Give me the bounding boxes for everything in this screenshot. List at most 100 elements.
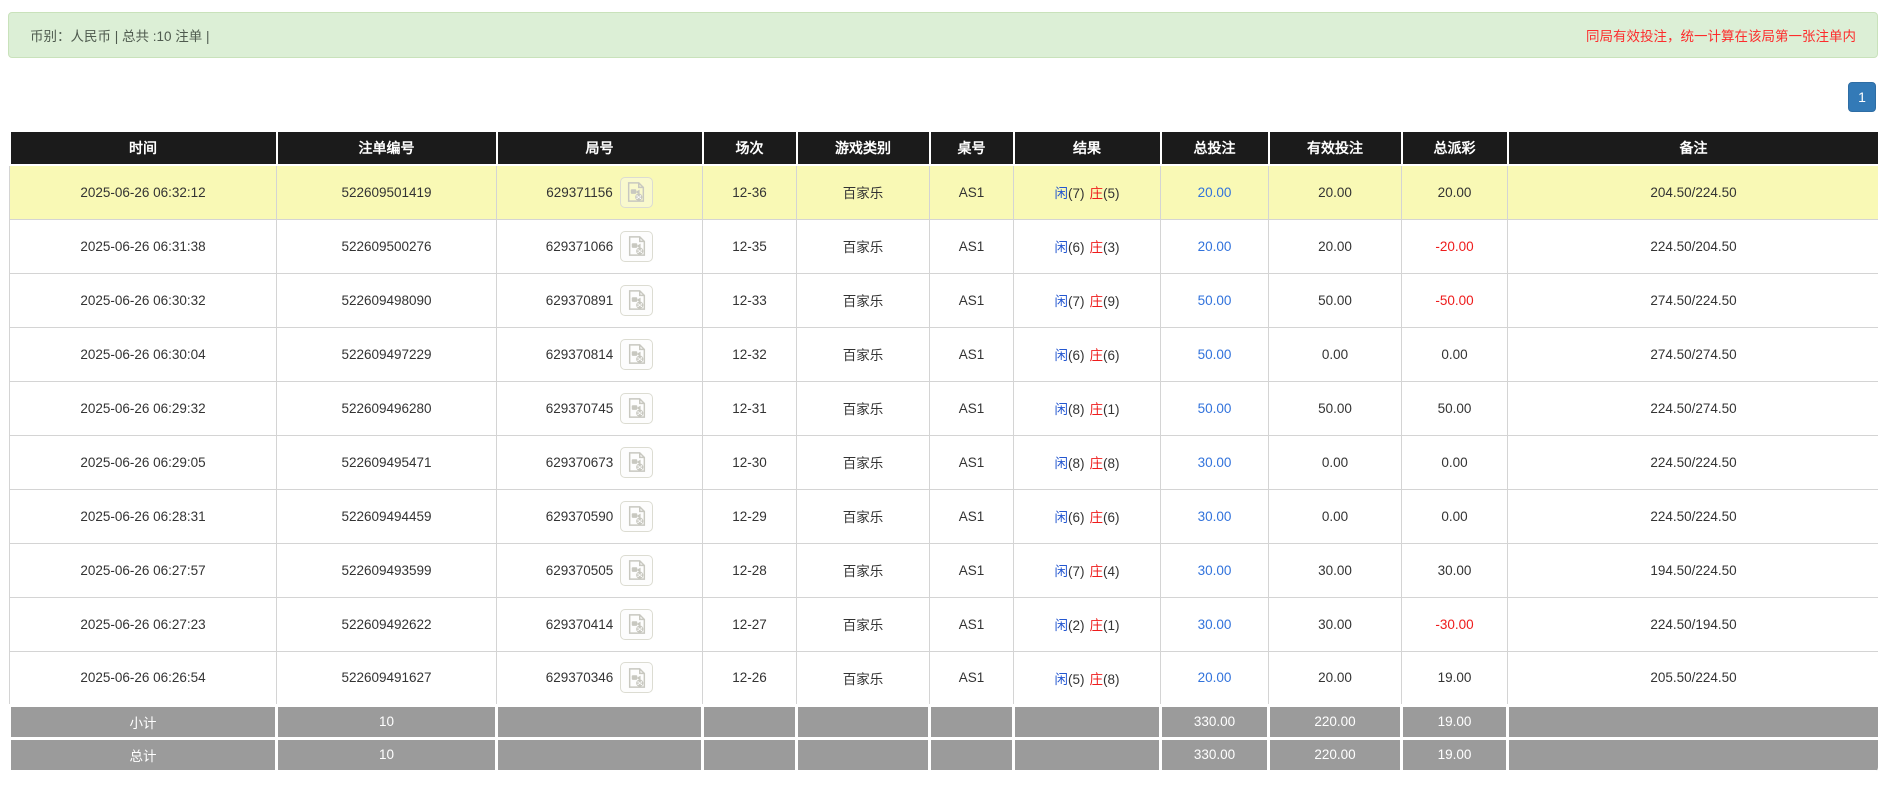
valid-bet-cell: 30.00 [1269, 597, 1402, 651]
result-player-score: (6) [1068, 510, 1085, 525]
pagination-page-1-button[interactable]: 1 [1848, 82, 1876, 112]
total-bet-link[interactable]: 50.00 [1198, 401, 1232, 416]
video-replay-button[interactable] [620, 555, 653, 586]
total-bet-link[interactable]: 30.00 [1198, 509, 1232, 524]
result-banker-label: 庄 [1090, 564, 1104, 579]
video-replay-icon [626, 343, 648, 365]
result-player-label: 闲 [1055, 294, 1069, 309]
result-banker-label: 庄 [1090, 186, 1104, 201]
total-bet-link[interactable]: 20.00 [1198, 185, 1232, 200]
result-player-score: (5) [1068, 672, 1085, 687]
payout-cell: 50.00 [1402, 381, 1508, 435]
video-replay-icon [626, 289, 648, 311]
footer-empty-cell [703, 738, 797, 771]
table-no-cell: AS1 [930, 381, 1014, 435]
total-bet-link[interactable]: 20.00 [1198, 670, 1232, 685]
video-replay-icon [625, 181, 647, 203]
video-replay-button[interactable] [620, 662, 653, 693]
result-banker-label: 庄 [1090, 348, 1104, 363]
total-bet-cell: 20.00 [1161, 165, 1269, 219]
total-payout: 19.00 [1402, 738, 1508, 771]
table-no-cell: AS1 [930, 219, 1014, 273]
header-session: 场次 [703, 131, 797, 165]
result-player-label: 闲 [1055, 510, 1069, 525]
total-bet-link[interactable]: 30.00 [1198, 617, 1232, 632]
session-cell: 12-35 [703, 219, 797, 273]
round-id-text: 629370814 [546, 347, 614, 362]
result-player-score: (6) [1068, 240, 1085, 255]
bet-id-cell: 522609493599 [277, 543, 497, 597]
table-header: 时间 注单编号 局号 场次 游戏类别 桌号 结果 总投注 有效投注 总派彩 备注 [10, 131, 1879, 165]
game-type-cell: 百家乐 [797, 381, 930, 435]
valid-bet-cell: 50.00 [1269, 381, 1402, 435]
time-cell: 2025-06-26 06:28:31 [10, 489, 277, 543]
result-cell: 闲(7)庄(9) [1014, 273, 1161, 327]
total-count: 10 [277, 738, 497, 771]
table-row: 2025-06-26 06:31:38 522609500276 6293710… [10, 219, 1879, 273]
video-replay-button[interactable] [620, 339, 653, 370]
payout-cell: 19.00 [1402, 651, 1508, 705]
remark-cell: 204.50/224.50 [1508, 165, 1879, 219]
result-banker-label: 庄 [1090, 456, 1104, 471]
total-bet-link[interactable]: 30.00 [1198, 563, 1232, 578]
table-row: 2025-06-26 06:30:32 522609498090 6293708… [10, 273, 1879, 327]
video-replay-button[interactable] [620, 609, 653, 640]
valid-bet-cell: 0.00 [1269, 489, 1402, 543]
total-bet-link[interactable]: 30.00 [1198, 455, 1232, 470]
total-row: 总计 10 330.00 220.00 19.00 [10, 738, 1879, 771]
result-player-score: (7) [1068, 294, 1085, 309]
result-cell: 闲(6)庄(3) [1014, 219, 1161, 273]
subtotal-payout: 19.00 [1402, 705, 1508, 738]
session-cell: 12-28 [703, 543, 797, 597]
result-player-label: 闲 [1055, 618, 1069, 633]
result-banker-score: (8) [1103, 672, 1120, 687]
table-no-cell: AS1 [930, 489, 1014, 543]
video-replay-button[interactable] [620, 393, 653, 424]
result-banker-score: (1) [1103, 618, 1120, 633]
round-id-text: 629370414 [546, 617, 614, 632]
header-bet-id: 注单编号 [277, 131, 497, 165]
result-player-label: 闲 [1055, 348, 1069, 363]
total-bet-link[interactable]: 50.00 [1198, 347, 1232, 362]
payout-cell: -30.00 [1402, 597, 1508, 651]
video-replay-button[interactable] [620, 447, 653, 478]
video-replay-icon [626, 559, 648, 581]
footer-empty-cell [930, 705, 1014, 738]
result-banker-score: (6) [1103, 510, 1120, 525]
total-bet-cell: 50.00 [1161, 273, 1269, 327]
result-player-label: 闲 [1055, 564, 1069, 579]
result-player-score: (7) [1068, 186, 1085, 201]
result-banker-score: (5) [1103, 186, 1120, 201]
result-cell: 闲(6)庄(6) [1014, 489, 1161, 543]
payout-cell: -50.00 [1402, 273, 1508, 327]
total-bet-link[interactable]: 50.00 [1198, 293, 1232, 308]
table-body: 2025-06-26 06:32:12 522609501419 6293711… [10, 165, 1879, 705]
session-cell: 12-32 [703, 327, 797, 381]
time-cell: 2025-06-26 06:30:04 [10, 327, 277, 381]
video-replay-icon [626, 613, 648, 635]
video-replay-button[interactable] [620, 231, 653, 262]
game-type-cell: 百家乐 [797, 597, 930, 651]
time-cell: 2025-06-26 06:29:05 [10, 435, 277, 489]
game-type-cell: 百家乐 [797, 435, 930, 489]
info-bar: 币别：人民币 | 总共 :10 注单 | 同局有效投注，统一计算在该局第一张注单… [8, 12, 1878, 58]
round-id-text: 629370590 [546, 509, 614, 524]
time-cell: 2025-06-26 06:27:23 [10, 597, 277, 651]
game-type-cell: 百家乐 [797, 219, 930, 273]
total-bet-link[interactable]: 20.00 [1198, 239, 1232, 254]
round-id-text: 629370673 [546, 455, 614, 470]
remark-cell: 224.50/194.50 [1508, 597, 1879, 651]
subtotal-label: 小计 [10, 705, 277, 738]
round-id-text: 629370745 [546, 401, 614, 416]
video-replay-button[interactable] [620, 501, 653, 532]
valid-bet-cell: 0.00 [1269, 435, 1402, 489]
video-replay-button[interactable] [620, 285, 653, 316]
video-replay-button[interactable] [620, 177, 653, 208]
remark-cell: 194.50/224.50 [1508, 543, 1879, 597]
valid-bet-cell: 20.00 [1269, 219, 1402, 273]
bet-id-cell: 522609498090 [277, 273, 497, 327]
valid-bet-notice-text: 同局有效投注，统一计算在该局第一张注单内 [1586, 25, 1856, 45]
round-id-cell: 629371066 [497, 219, 703, 273]
session-cell: 12-33 [703, 273, 797, 327]
round-id-cell: 629370814 [497, 327, 703, 381]
